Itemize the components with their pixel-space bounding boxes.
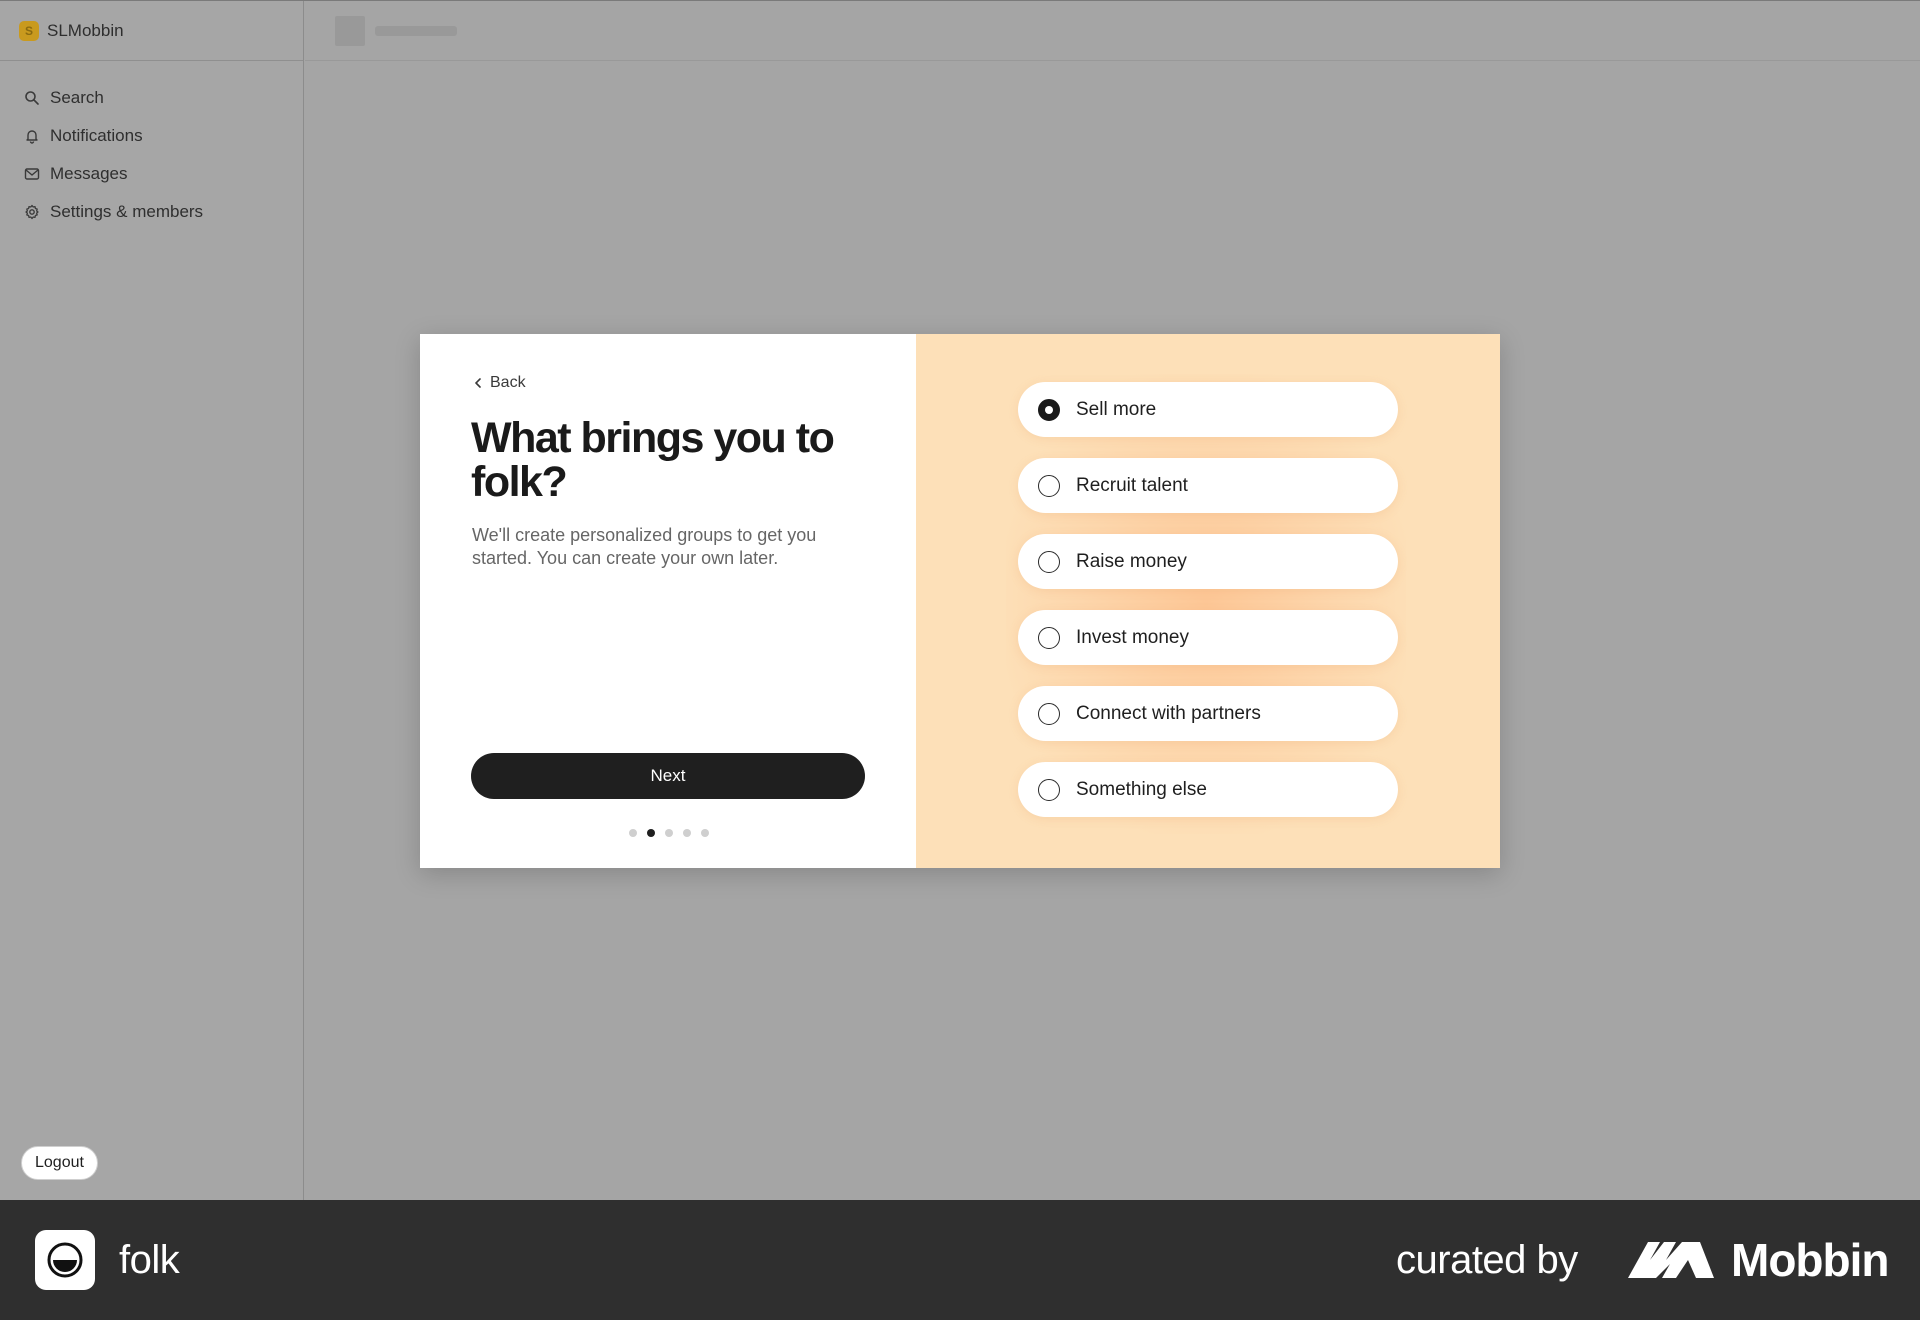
bell-icon: [26, 130, 38, 144]
option-recruit-talent[interactable]: Recruit talent: [1018, 458, 1398, 513]
logout-button[interactable]: Logout: [21, 1146, 98, 1180]
step-dot: [629, 829, 637, 837]
radio-button-checked[interactable]: [1038, 398, 1060, 421]
option-connect-with-partners[interactable]: Connect with partners: [1018, 686, 1398, 741]
step-dot-current: [647, 829, 655, 837]
options-panel: Sell more Recruit talent Raise money Inv…: [916, 334, 1500, 868]
step-dot: [701, 829, 709, 837]
next-button[interactable]: Next: [471, 753, 865, 799]
skeleton-avatar: [335, 16, 365, 46]
radio-button[interactable]: [1038, 626, 1060, 649]
radio-button[interactable]: [1038, 702, 1060, 725]
onboarding-left-panel: Back What brings you to folk? We'll crea…: [420, 334, 916, 868]
step-dot: [665, 829, 673, 837]
page-subtitle: We'll create personalized groups to get …: [472, 525, 817, 568]
option-sell-more[interactable]: Sell more: [1018, 382, 1398, 437]
search-icon: [25, 91, 39, 105]
sidebar-item-notifications[interactable]: Notifications: [0, 117, 303, 155]
radio-button[interactable]: [1038, 550, 1060, 573]
folk-logo-icon: [47, 1242, 83, 1278]
mail-icon: [24, 168, 40, 180]
chevron-left-icon: [475, 378, 481, 388]
sidebar-item-messages[interactable]: Messages: [0, 155, 303, 193]
main-header-placeholder: [305, 1, 1920, 61]
sidebar-item-label: Search: [50, 88, 104, 107]
option-invest-money[interactable]: Invest money: [1018, 610, 1398, 665]
workspace-logo: S: [19, 20, 39, 41]
option-raise-money[interactable]: Raise money: [1018, 534, 1398, 589]
mobbin-logo-icon: [1628, 1242, 1714, 1278]
step-indicator: [420, 829, 916, 837]
option-label: Raise money: [1076, 550, 1187, 572]
sidebar-item-label: Messages: [50, 164, 128, 183]
back-button[interactable]: Back: [472, 374, 526, 392]
folk-app-icon: [35, 1230, 95, 1290]
app-name: folk: [119, 1238, 180, 1282]
skeleton-text: [375, 26, 457, 36]
app-window: S SLMobbin Search Notifications Messages…: [0, 0, 1920, 1201]
sidebar-item-search[interactable]: Search: [0, 79, 303, 117]
sidebar-item-settings[interactable]: Settings & members: [0, 193, 303, 231]
option-label: Something else: [1076, 778, 1207, 800]
step-dot: [683, 829, 691, 837]
onboarding-modal: Back What brings you to folk? We'll crea…: [420, 334, 1500, 868]
option-label: Connect with partners: [1076, 702, 1261, 724]
back-label: Back: [490, 374, 526, 391]
brand-name: Mobbin: [1731, 1234, 1889, 1286]
sidebar-item-label: Notifications: [50, 126, 143, 145]
footer-band: folk curated by Mobbin: [0, 1200, 1920, 1320]
workspace-name: SLMobbin: [47, 20, 124, 40]
curated-by-text: curated by: [1396, 1238, 1578, 1282]
option-something-else[interactable]: Something else: [1018, 762, 1398, 817]
radio-button[interactable]: [1038, 778, 1060, 801]
option-label: Recruit talent: [1076, 474, 1188, 496]
sidebar: S SLMobbin Search Notifications Messages…: [0, 1, 304, 1201]
sidebar-nav: Search Notifications Messages Settings &…: [0, 61, 303, 231]
gear-icon: [25, 204, 39, 220]
option-label: Sell more: [1076, 398, 1157, 420]
radio-button[interactable]: [1038, 474, 1060, 497]
page-title: What brings you to folk?: [471, 414, 835, 506]
options-list: Sell more Recruit talent Raise money Inv…: [1018, 382, 1398, 838]
sidebar-item-label: Settings & members: [50, 202, 204, 221]
option-label: Invest money: [1076, 626, 1189, 648]
workspace-header[interactable]: S SLMobbin: [0, 1, 303, 61]
